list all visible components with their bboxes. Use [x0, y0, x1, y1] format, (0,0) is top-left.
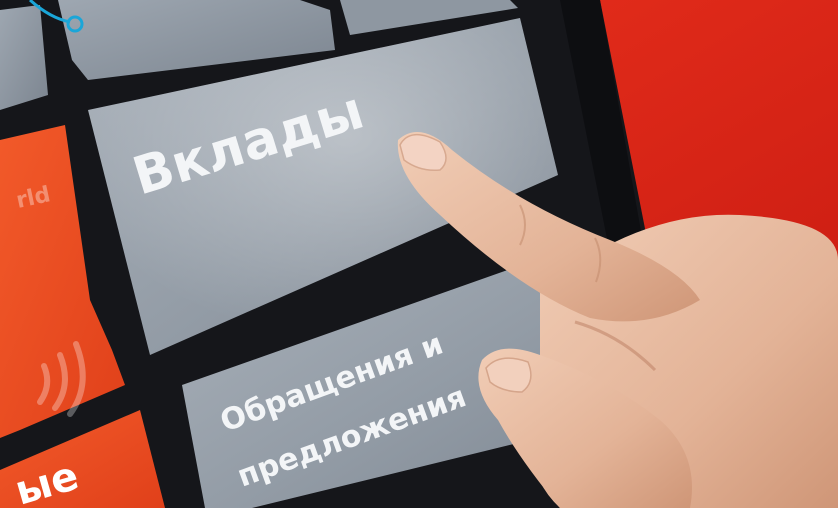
- tile-top-left[interactable]: [0, 5, 48, 110]
- kiosk-photo: rld ые Вклады Обращения и предложения: [0, 0, 838, 508]
- kiosk-scene: rld ые Вклады Обращения и предложения: [0, 0, 838, 508]
